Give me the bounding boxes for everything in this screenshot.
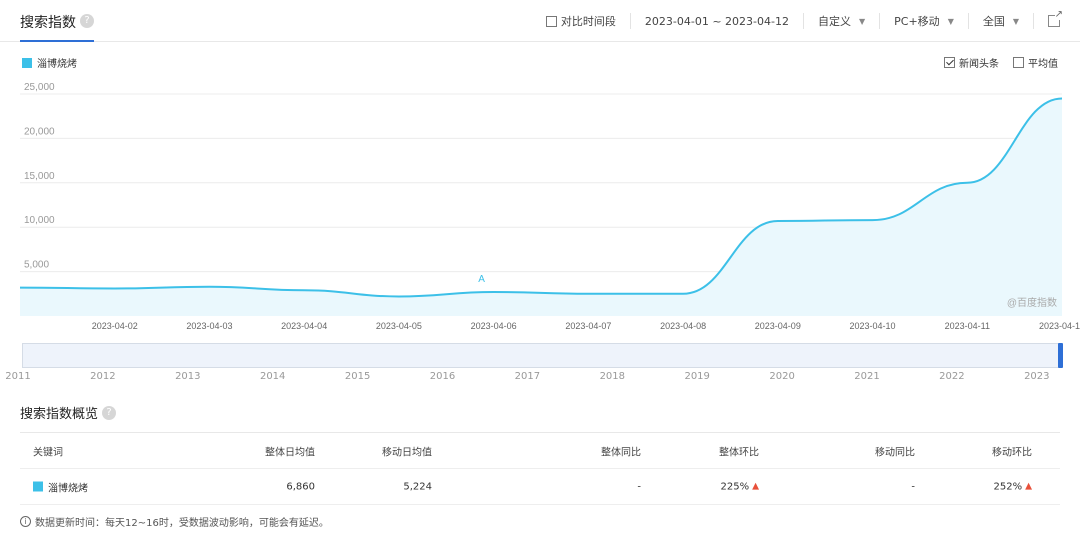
series-area bbox=[20, 98, 1062, 316]
tab-search-index[interactable]: 搜索指数 ? bbox=[20, 12, 94, 42]
page-title: 搜索指数 bbox=[20, 15, 76, 31]
timeline-year-label: 2023 bbox=[1024, 371, 1050, 382]
share-button[interactable] bbox=[1034, 10, 1080, 29]
col-keyword: 关键词 bbox=[33, 447, 63, 458]
y-tick-label: 25,000 bbox=[24, 82, 55, 93]
overview-title-text: 搜索指数概览 bbox=[20, 407, 99, 422]
timeline-year-label: 2021 bbox=[854, 371, 880, 382]
overall-avg-cell: 6,860 bbox=[286, 481, 315, 492]
x-tick-label: 2023-04-08 bbox=[660, 321, 706, 331]
overview-title: 搜索指数概览 ? bbox=[20, 403, 117, 422]
y-tick-label: 10,000 bbox=[24, 215, 55, 226]
search-index-chart[interactable]: 5,000 10,000 15,000 20,000 25,000 2023-04-02 2… bbox=[0, 80, 1080, 338]
caret-down-icon: ▼ bbox=[859, 16, 866, 26]
update-note-text: 数据更新时间：每天12~16时，受数据波动影响，可能会有延迟。 bbox=[35, 518, 329, 529]
arrow-up-icon: ▲ bbox=[1025, 481, 1032, 492]
y-tick-label: 20,000 bbox=[24, 126, 55, 137]
news-checkbox[interactable] bbox=[944, 57, 955, 68]
compare-checkbox[interactable] bbox=[545, 15, 557, 27]
col-mobile-avg: 移动日均值 bbox=[382, 447, 432, 458]
overall-mom-cell: 225% ▲ bbox=[720, 481, 759, 492]
timeline-year-label: 2015 bbox=[344, 371, 371, 382]
header-bar: 搜索指数 ? 对比时间段 2023-04-01 ~ 2023-04-12 自定义… bbox=[0, 0, 1080, 42]
overall-mom-value: 225% bbox=[720, 481, 750, 492]
news-label: 新闻头条 bbox=[959, 59, 999, 70]
timeline-year-label: 2011 bbox=[5, 371, 31, 382]
timeline-years: 2011 2012 2013 2014 2015 2016 2017 2018 2019 2020… bbox=[0, 371, 1080, 385]
mobile-yoy-cell: - bbox=[911, 481, 915, 492]
x-tick-label: 2023-04-03 bbox=[186, 321, 232, 331]
question-icon[interactable]: ? bbox=[102, 405, 117, 420]
timeline-year-label: 2017 bbox=[514, 371, 541, 382]
col-overall-mom: 整体环比 bbox=[719, 447, 759, 458]
x-tick-label: 2023-04-12 bbox=[1039, 321, 1080, 331]
average-checkbox[interactable] bbox=[1013, 57, 1024, 68]
col-mobile-mom: 移动环比 bbox=[992, 447, 1032, 458]
region-label: 全国 bbox=[982, 15, 1005, 28]
mobile-mom-value: 252% bbox=[993, 481, 1023, 492]
timeline-year-label: 2019 bbox=[684, 371, 710, 382]
timeline-handle[interactable] bbox=[1058, 343, 1063, 368]
chart-options: 新闻头条 平均值 bbox=[944, 55, 1058, 70]
update-note: i 数据更新时间：每天12~16时，受数据波动影响，可能会有延迟。 bbox=[20, 514, 329, 529]
timeline-year-label: 2016 bbox=[429, 371, 456, 382]
question-icon[interactable]: ? bbox=[80, 14, 94, 28]
average-label: 平均值 bbox=[1028, 59, 1058, 70]
custom-range-dropdown[interactable]: 自定义 ▼ bbox=[804, 13, 881, 29]
keyword-cell: 淄博烧烤 bbox=[33, 479, 88, 494]
x-tick-label: 2023-04-10 bbox=[850, 321, 896, 331]
news-toggle[interactable]: 新闻头条 bbox=[944, 55, 999, 70]
arrow-up-icon: ▲ bbox=[752, 481, 759, 492]
x-tick-label: 2023-04-06 bbox=[471, 321, 517, 331]
keyword-text: 淄博烧烤 bbox=[48, 483, 88, 494]
mobile-mom-cell: 252% ▲ bbox=[993, 481, 1032, 492]
col-mobile-yoy: 移动同比 bbox=[875, 447, 915, 458]
y-tick-label: 15,000 bbox=[24, 171, 55, 182]
overall-yoy-cell: - bbox=[637, 481, 641, 492]
col-overall-yoy: 整体同比 bbox=[601, 447, 641, 458]
timeline-year-label: 2013 bbox=[175, 371, 201, 382]
timeline-year-label: 2018 bbox=[599, 371, 626, 382]
date-range-text: 2023-04-01 ~ 2023-04-12 bbox=[644, 14, 789, 28]
col-overall-avg: 整体日均值 bbox=[265, 447, 315, 458]
table-header-row: 关键词 整体日均值 移动日均值 整体同比 整体环比 移动同比 移动环比 bbox=[20, 433, 1060, 469]
table-row: 淄博烧烤 6,860 5,224 - 225% ▲ - 252% ▲ bbox=[20, 469, 1060, 505]
device-dropdown[interactable]: PC+移动 ▼ bbox=[880, 13, 969, 29]
custom-label: 自定义 bbox=[818, 15, 851, 28]
x-tick-label: 2023-04-07 bbox=[565, 321, 611, 331]
x-tick-label: 2023-04-04 bbox=[281, 321, 327, 331]
legend-swatch bbox=[22, 57, 32, 68]
x-tick-label: 2023-04-11 bbox=[945, 321, 990, 331]
region-dropdown[interactable]: 全国 ▼ bbox=[969, 13, 1034, 29]
compare-label: 对比时间段 bbox=[560, 15, 616, 28]
average-toggle[interactable]: 平均值 bbox=[1013, 55, 1058, 70]
y-tick-label: 5,000 bbox=[24, 260, 49, 271]
info-icon: i bbox=[20, 516, 31, 527]
timeline-year-label: 2022 bbox=[939, 371, 965, 382]
timeline-slider[interactable] bbox=[22, 343, 1063, 368]
chart-legend[interactable]: 淄博烧烤 bbox=[22, 55, 77, 70]
caret-down-icon: ▼ bbox=[947, 16, 954, 26]
keyword-swatch bbox=[33, 481, 43, 492]
legend-label: 淄博烧烤 bbox=[37, 59, 77, 70]
overview-table: 关键词 整体日均值 移动日均值 整体同比 整体环比 移动同比 移动环比 淄博烧烤… bbox=[20, 432, 1060, 505]
mobile-avg-cell: 5,224 bbox=[403, 481, 432, 492]
x-tick-label: 2023-04-02 bbox=[92, 321, 138, 331]
external-link-icon[interactable] bbox=[1048, 10, 1063, 27]
compare-period-toggle[interactable]: 对比时间段 bbox=[532, 13, 631, 29]
timeline-year-label: 2020 bbox=[769, 371, 795, 382]
x-tick-label: 2023-04-05 bbox=[376, 321, 422, 331]
x-tick-label: 2023-04-09 bbox=[755, 321, 801, 331]
timeline-year-label: 2014 bbox=[259, 371, 286, 382]
timeline-year-label: 2012 bbox=[90, 371, 116, 382]
news-annotation-marker[interactable]: A bbox=[478, 274, 485, 285]
caret-down-icon: ▼ bbox=[1012, 16, 1019, 26]
toolbar: 对比时间段 2023-04-01 ~ 2023-04-12 自定义 ▼ PC+移… bbox=[532, 0, 1080, 42]
date-range-picker[interactable]: 2023-04-01 ~ 2023-04-12 bbox=[631, 13, 804, 29]
device-label: PC+移动 bbox=[894, 15, 940, 28]
watermark: @百度指数 bbox=[1007, 296, 1057, 309]
